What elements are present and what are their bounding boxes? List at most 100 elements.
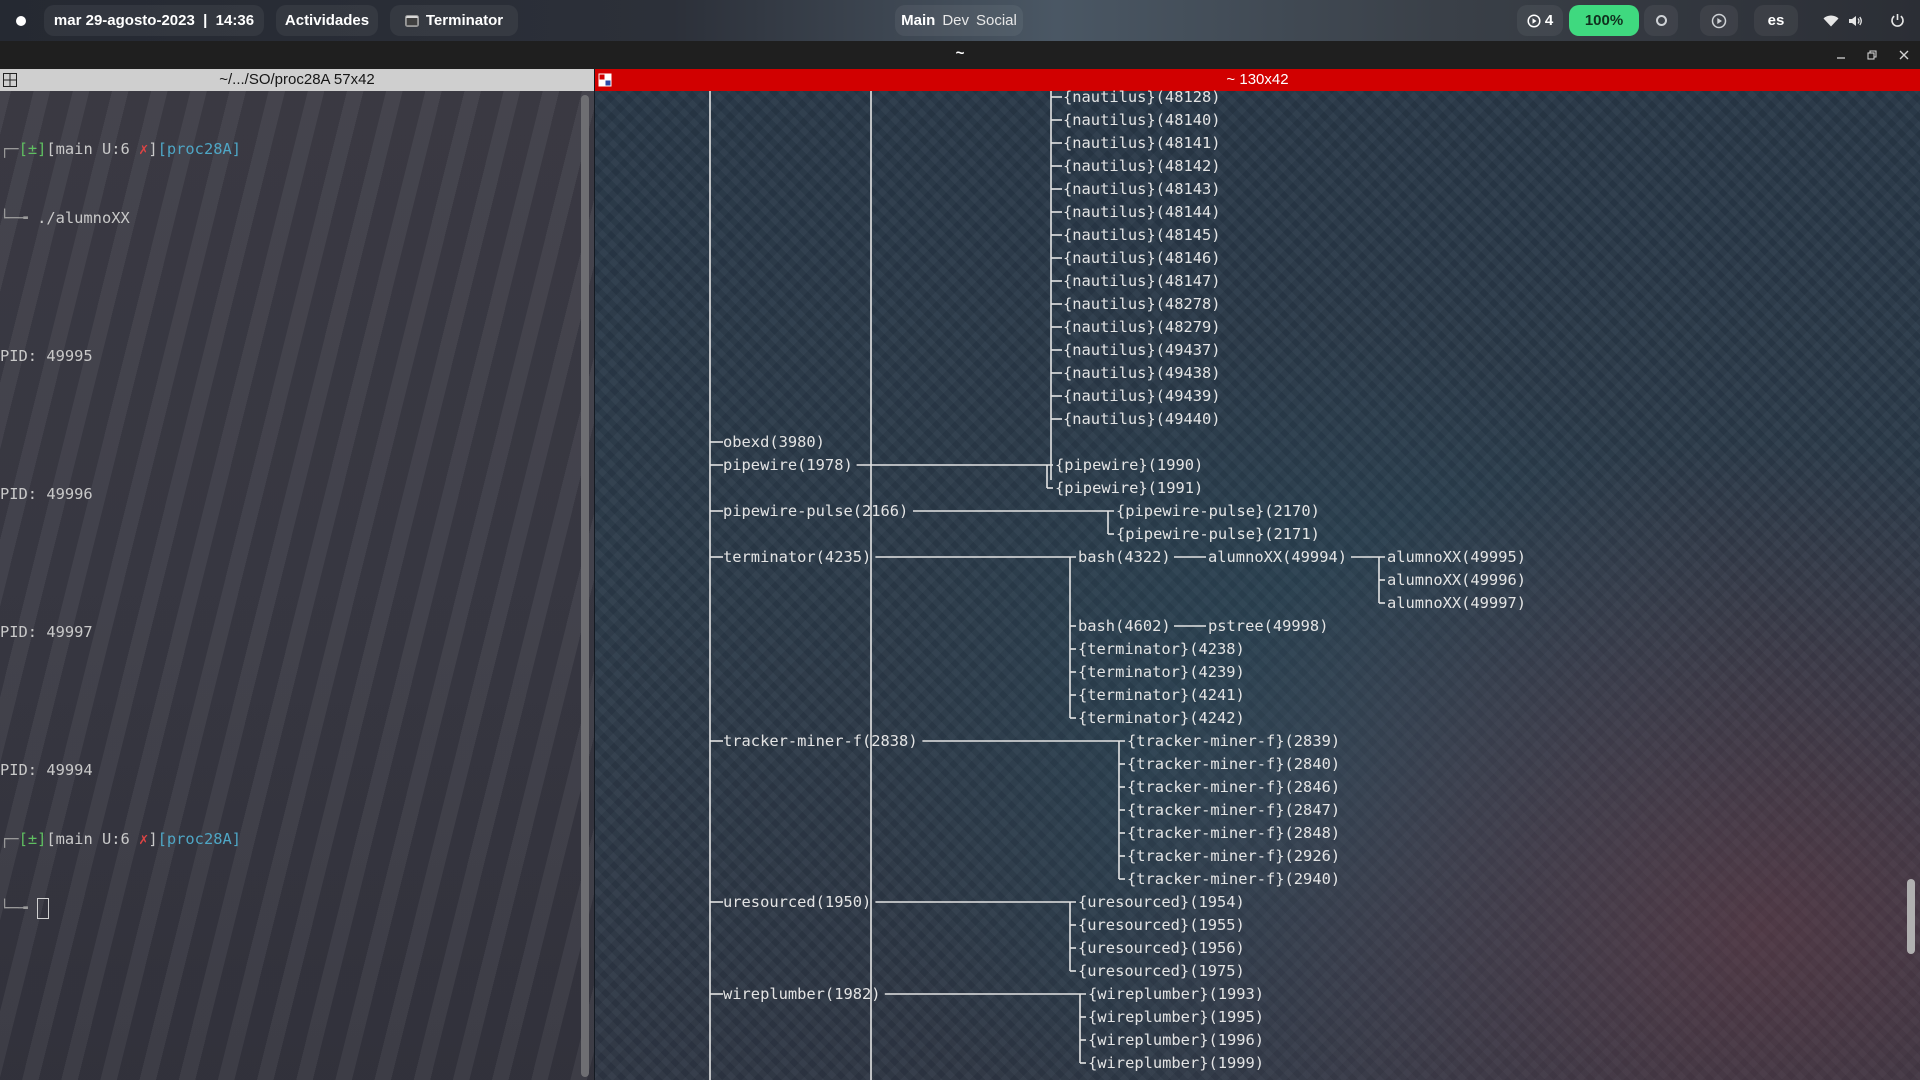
volume-icon (1849, 15, 1862, 26)
process-node: {nautilus}(48145) (1063, 226, 1221, 244)
process-node: {wireplumber}(1996) (1088, 1031, 1264, 1049)
process-node: {pipewire}(1991) (1055, 479, 1203, 497)
system-status-menu[interactable] (1812, 5, 1874, 36)
git-dirty-mark: ✗ (139, 830, 149, 848)
pid-line: PID: 49996 (0, 485, 93, 503)
process-node: {wireplumber}(1999) (1088, 1054, 1264, 1072)
process-node: {pipewire}(1990) (1055, 456, 1203, 474)
power-icon (1890, 14, 1904, 27)
process-node: {uresourced}(1954) (1078, 893, 1245, 911)
command-text: ./alumnoXX (37, 209, 130, 227)
process-node: {nautilus}(48141) (1063, 134, 1221, 152)
process-node: alumnoXX(49997) (1387, 594, 1526, 612)
prompt-dir: [proc28A] (157, 140, 242, 158)
window-title: ~ (955, 45, 965, 62)
process-node: terminator(4235) (723, 548, 871, 566)
updates-count: 4 (1544, 12, 1554, 29)
git-status: [±] (18, 140, 47, 158)
close-icon (1899, 50, 1909, 60)
process-node: bash(4322) (1078, 548, 1171, 566)
git-branch: [main U:6 (46, 140, 140, 158)
process-node: {uresourced}(1956) (1078, 939, 1245, 957)
workspace-indicator[interactable] (8, 5, 34, 36)
process-node: {tracker-miner-f}(2926) (1127, 847, 1340, 865)
process-tree[interactable]: {nautilus}(48128) {nautilus}(48140) {nauti… (595, 69, 1920, 1080)
process-node: uresourced(1950) (723, 893, 871, 911)
process-node: pipewire(1978) (723, 456, 853, 474)
left-scrollbar[interactable] (581, 95, 589, 1077)
status-toggle[interactable] (1644, 5, 1678, 36)
update-icon (1527, 13, 1541, 28)
app-menu-button[interactable]: Terminator (390, 5, 518, 36)
updates-indicator[interactable]: 4 (1517, 5, 1563, 36)
process-node: wireplumber(1982) (723, 985, 881, 1003)
restore-icon (1867, 50, 1877, 60)
process-node: pstree(49998) (1208, 617, 1328, 635)
process-node: pipewire-pulse(2166) (723, 502, 908, 520)
workspace-switcher: Main Dev Social (895, 5, 1023, 36)
workspace-main[interactable]: Main (901, 12, 935, 29)
left-pane-title: ~/.../SO/proc28A 57x42 (219, 71, 375, 88)
prompt-line: ┌─[±][main U:6 ✗][proc28A] (0, 140, 242, 158)
maximize-button[interactable] (1862, 46, 1880, 64)
wifi-icon (1823, 15, 1839, 26)
process-node: {terminator}(4239) (1078, 663, 1245, 681)
process-node: {tracker-miner-f}(2847) (1127, 801, 1340, 819)
process-node: {nautilus}(48147) (1063, 272, 1221, 290)
process-node: {nautilus}(49438) (1063, 364, 1221, 382)
prompt-dir: [proc28A] (157, 830, 242, 848)
process-node: {nautilus}(49440) (1063, 410, 1221, 428)
process-node: {nautilus}(48142) (1063, 157, 1221, 175)
battery-level: 100% (1584, 12, 1624, 29)
process-node: {pipewire-pulse}(2171) (1116, 525, 1320, 543)
battery-indicator[interactable]: 100% (1569, 5, 1639, 36)
minimize-button[interactable] (1832, 46, 1850, 64)
top-panel: mar 29-agosto-2023 | 14:36 Actividades T… (0, 0, 1920, 41)
power-button[interactable] (1880, 5, 1914, 36)
workspace-social[interactable]: Social (976, 12, 1017, 29)
input-line: └─╼ (0, 897, 241, 920)
text-cursor[interactable] (37, 898, 50, 919)
process-node: alumnoXX(49995) (1387, 548, 1526, 566)
process-node: {terminator}(4238) (1078, 640, 1245, 658)
process-node: {tracker-miner-f}(2840) (1127, 755, 1340, 773)
activities-button[interactable]: Actividades (276, 5, 378, 36)
process-node: {terminator}(4242) (1078, 709, 1245, 727)
keyboard-layout-label: es (1767, 12, 1785, 29)
process-node: {nautilus}(48140) (1063, 111, 1221, 129)
process-node: {nautilus}(48144) (1063, 203, 1221, 221)
git-dirty-mark: ✗ (139, 140, 149, 158)
process-node: alumnoXX(49994) (1208, 548, 1347, 566)
activities-label: Actividades (284, 12, 370, 29)
left-terminal-pane[interactable]: ~/.../SO/proc28A 57x42 ┌─[±][main U:6 ✗]… (0, 69, 594, 1080)
keyboard-layout[interactable]: es (1754, 5, 1798, 36)
ring-icon (1655, 15, 1667, 26)
process-node: {uresourced}(1975) (1078, 962, 1245, 980)
close-button[interactable] (1895, 46, 1913, 64)
git-branch: [main U:6 (46, 830, 140, 848)
process-node: obexd(3980) (723, 433, 825, 451)
process-node: {tracker-miner-f}(2839) (1127, 732, 1340, 750)
minimize-icon (1837, 57, 1845, 59)
process-node: {terminator}(4241) (1078, 686, 1245, 704)
workspace-dev[interactable]: Dev (942, 12, 969, 29)
process-node: {nautilus}(48143) (1063, 180, 1221, 198)
circle-dot-icon (16, 15, 26, 26)
process-node: {tracker-miner-f}(2848) (1127, 824, 1340, 842)
clock[interactable]: mar 29-agosto-2023 | 14:36 (44, 5, 264, 36)
right-scrollbar[interactable] (1907, 879, 1915, 954)
process-node: {tracker-miner-f}(2940) (1127, 870, 1340, 888)
process-node: tracker-miner-f(2838) (723, 732, 918, 750)
play-circle-icon (1711, 13, 1727, 28)
right-terminal-pane[interactable]: ~ 130x42 {nautilus}(48128) {nautilus}(481… (595, 69, 1920, 1080)
process-node: {nautilus}(49439) (1063, 387, 1221, 405)
left-pane-titlebar[interactable]: ~/.../SO/proc28A 57x42 (0, 69, 594, 91)
process-node: bash(4602) (1078, 617, 1171, 635)
media-control[interactable] (1700, 5, 1738, 36)
process-node: {wireplumber}(1995) (1088, 1008, 1264, 1026)
process-node: {pipewire-pulse}(2170) (1116, 502, 1320, 520)
process-node: {wireplumber}(1993) (1088, 985, 1264, 1003)
window-titlebar[interactable]: ~ (0, 41, 1920, 69)
pid-line: PID: 49995 (0, 347, 93, 365)
left-terminal-output[interactable]: ┌─[±][main U:6 ✗][proc28A] └─╼ ./alumnoX… (0, 92, 241, 966)
